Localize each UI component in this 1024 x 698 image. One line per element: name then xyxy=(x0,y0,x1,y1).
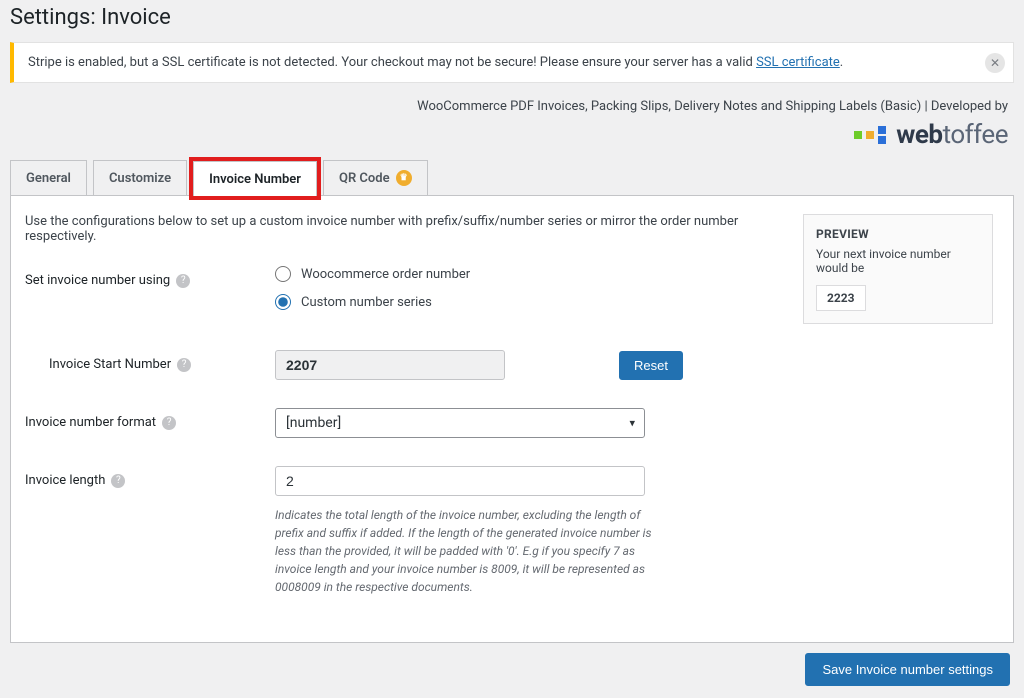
tab-qr-code-label: QR Code xyxy=(339,171,390,186)
save-bar: Save Invoice number settings xyxy=(0,643,1024,698)
tab-invoice-number[interactable]: Invoice Number xyxy=(193,161,317,196)
reset-button[interactable]: Reset xyxy=(619,351,683,380)
save-invoice-number-settings-button[interactable]: Save Invoice number settings xyxy=(805,653,1010,686)
set-invoice-using-label: Set invoice number using xyxy=(25,273,170,288)
preview-box: PREVIEW Your next invoice number would b… xyxy=(803,214,993,324)
logo-text: webtoffee xyxy=(896,120,1008,150)
invoice-length-input[interactable] xyxy=(275,466,645,496)
notice-text-before: Stripe is enabled, but a SSL certificate… xyxy=(28,55,756,70)
chevron-down-icon: ▾ xyxy=(629,417,635,430)
page-title: Settings: Invoice xyxy=(0,0,1024,42)
webtoffee-logo: webtoffee xyxy=(0,120,1024,160)
logo-square-blue-top xyxy=(878,126,886,134)
format-select-value: [number] xyxy=(275,408,645,438)
invoice-length-help: Indicates the total length of the invoic… xyxy=(275,506,670,596)
help-icon[interactable]: ? xyxy=(176,274,190,288)
row-number-format: Invoice number format ? [number] ▾ xyxy=(25,408,785,438)
logo-square-orange xyxy=(866,131,874,139)
logo-square-green xyxy=(854,131,862,139)
radio-custom-series[interactable] xyxy=(275,294,291,310)
invoice-length-label: Invoice length xyxy=(25,473,105,488)
invoice-number-panel: Use the configurations below to set up a… xyxy=(10,195,1014,643)
preview-subtitle: Your next invoice number would be xyxy=(816,247,980,275)
logo-square-blue-bottom xyxy=(878,136,886,144)
tab-customize[interactable]: Customize xyxy=(93,160,187,195)
preview-number: 2223 xyxy=(816,285,866,311)
tab-general[interactable]: General xyxy=(10,160,87,195)
row-set-invoice-using: Set invoice number using ? Woocommerce o… xyxy=(25,266,785,322)
notice-text-after: . xyxy=(840,55,843,70)
developer-credit: WooCommerce PDF Invoices, Packing Slips,… xyxy=(0,99,1024,120)
number-format-label: Invoice number format xyxy=(25,415,156,430)
row-start-number: Invoice Start Number ? Reset xyxy=(25,350,785,380)
tab-qr-code[interactable]: QR Code ♛ xyxy=(323,160,428,195)
help-icon[interactable]: ? xyxy=(162,416,176,430)
row-invoice-length: Invoice length ? Indicates the total len… xyxy=(25,466,785,596)
settings-tabs: General Customize Invoice Number QR Code… xyxy=(0,160,1024,195)
radio-woo-order-label: Woocommerce order number xyxy=(301,267,470,282)
help-icon[interactable]: ? xyxy=(177,358,191,372)
preview-title: PREVIEW xyxy=(816,227,980,241)
invoice-start-number-input[interactable] xyxy=(275,350,505,380)
close-icon[interactable]: ✕ xyxy=(985,53,1005,73)
radio-custom-series-label: Custom number series xyxy=(301,295,432,310)
ssl-warning-notice: Stripe is enabled, but a SSL certificate… xyxy=(10,42,1014,83)
start-number-label: Invoice Start Number xyxy=(49,357,171,372)
crown-icon: ♛ xyxy=(396,170,412,186)
help-icon[interactable]: ? xyxy=(111,474,125,488)
ssl-certificate-link[interactable]: SSL certificate xyxy=(756,55,840,70)
invoice-number-format-select[interactable]: [number] ▾ xyxy=(275,408,645,438)
radio-woo-order[interactable] xyxy=(275,266,291,282)
intro-text: Use the configurations below to set up a… xyxy=(25,214,785,244)
